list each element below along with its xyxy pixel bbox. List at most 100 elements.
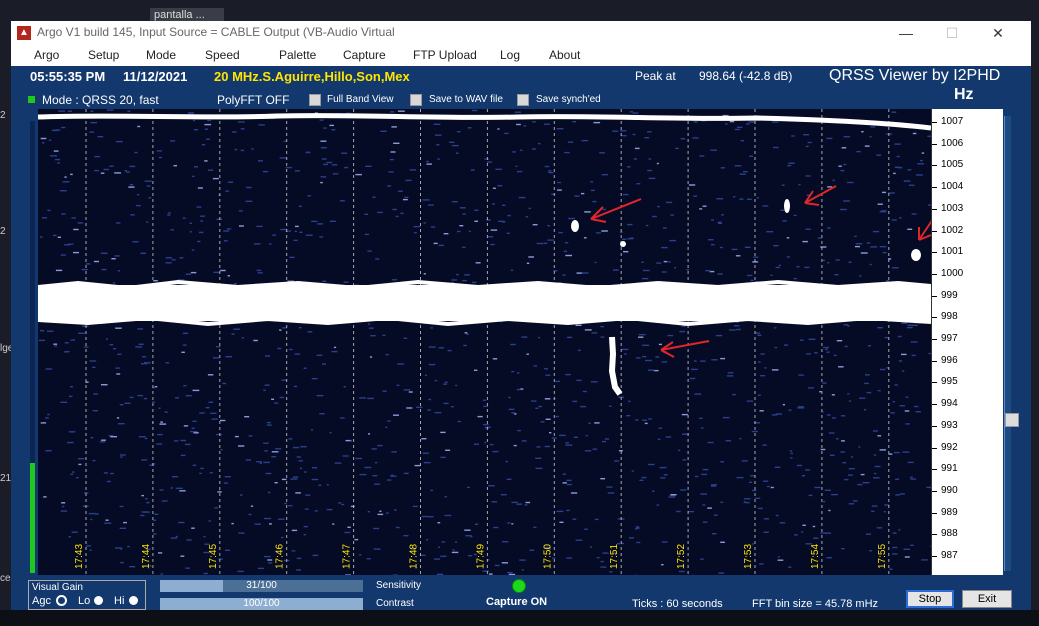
title-bar[interactable]: ▲ Argo V1 build 145, Input Source = CABL… — [11, 21, 1031, 45]
menu-capture[interactable]: Capture — [343, 48, 386, 62]
exit-button[interactable]: Exit — [962, 590, 1012, 608]
noise-speck — [474, 369, 478, 371]
noise-speck — [377, 513, 384, 516]
noise-speck — [692, 137, 699, 139]
noise-speck — [175, 535, 178, 538]
noise-speck — [204, 160, 208, 162]
menu-speed[interactable]: Speed — [205, 48, 240, 62]
noise-speck — [77, 222, 84, 224]
menu-setup[interactable]: Setup — [88, 48, 119, 62]
noise-speck — [295, 492, 301, 494]
agc-radio[interactable] — [56, 595, 67, 606]
noise-speck — [99, 441, 106, 443]
noise-speck — [521, 569, 524, 571]
noise-speck — [443, 233, 449, 235]
noise-speck — [97, 136, 104, 138]
noise-speck — [601, 230, 608, 232]
noise-speck — [281, 478, 287, 481]
noise-speck — [906, 326, 913, 329]
noise-speck — [464, 332, 468, 334]
freq-label: 1006 — [941, 137, 964, 149]
noise-speck — [265, 472, 272, 475]
noise-speck — [507, 214, 511, 217]
freq-tick — [932, 360, 937, 362]
noise-speck — [338, 502, 342, 504]
noise-speck — [732, 393, 736, 396]
noise-speck — [197, 240, 201, 243]
zoom-slider-track[interactable] — [1004, 116, 1011, 571]
stop-button[interactable]: Stop — [906, 590, 954, 608]
menu-ftp-upload[interactable]: FTP Upload — [413, 48, 477, 62]
maximize-button[interactable]: ☐ — [929, 21, 975, 45]
noise-speck — [770, 486, 774, 489]
noise-speck — [806, 353, 811, 355]
noise-speck — [40, 137, 47, 140]
noise-speck — [576, 272, 583, 274]
noise-speck — [483, 423, 489, 426]
sensitivity-slider[interactable]: 31/100 — [160, 580, 363, 592]
noise-speck — [903, 548, 910, 550]
lo-radio[interactable] — [94, 596, 103, 605]
noise-speck — [192, 420, 197, 422]
noise-speck — [403, 337, 408, 339]
argo-app-icon: ▲ — [17, 26, 31, 40]
noise-speck — [894, 384, 898, 386]
noise-speck — [279, 396, 285, 399]
noise-speck — [656, 262, 662, 264]
noise-speck — [115, 327, 122, 329]
noise-speck — [452, 549, 455, 551]
noise-speck — [573, 436, 578, 438]
time-label: 17:49 — [475, 544, 486, 569]
noise-speck — [61, 213, 66, 215]
freq-label: 998 — [941, 311, 958, 323]
noise-speck — [859, 275, 862, 277]
noise-speck — [691, 368, 698, 371]
zoom-slider-thumb[interactable] — [1005, 413, 1019, 427]
noise-speck — [257, 567, 265, 570]
noise-speck — [440, 555, 447, 557]
save-wav-checkbox[interactable] — [410, 94, 422, 106]
noise-speck — [629, 237, 634, 239]
save-synched-checkbox[interactable] — [517, 94, 529, 106]
minimize-button[interactable]: — — [883, 21, 929, 45]
noise-speck — [134, 151, 138, 154]
menu-log[interactable]: Log — [500, 48, 520, 62]
noise-speck — [482, 399, 487, 401]
noise-speck — [299, 467, 302, 470]
noise-speck — [612, 269, 619, 271]
noise-speck — [128, 186, 135, 188]
noise-speck — [713, 514, 718, 516]
menu-argo[interactable]: Argo — [34, 48, 59, 62]
noise-speck — [565, 373, 571, 376]
noise-speck — [406, 407, 413, 409]
close-button[interactable]: ✕ — [975, 21, 1021, 45]
noise-speck — [803, 134, 809, 136]
freq-tick — [932, 512, 937, 514]
noise-speck — [747, 274, 753, 277]
noise-speck — [209, 472, 213, 474]
noise-speck — [572, 121, 577, 123]
noise-speck — [179, 490, 186, 492]
hi-radio[interactable] — [129, 596, 138, 605]
menu-mode[interactable]: Mode — [146, 48, 176, 62]
taskbar-tab[interactable]: pantalla ... — [150, 8, 224, 22]
noise-speck — [788, 162, 795, 164]
noise-speck — [380, 130, 387, 132]
noise-speck — [777, 559, 784, 561]
noise-speck — [631, 470, 634, 472]
noise-speck — [457, 230, 461, 233]
noise-speck — [119, 505, 124, 508]
full-band-checkbox[interactable] — [309, 94, 321, 106]
noise-speck — [506, 232, 510, 234]
menu-palette[interactable]: Palette — [279, 48, 316, 62]
noise-speck — [620, 130, 627, 132]
noise-speck — [572, 518, 577, 520]
noise-speck — [656, 162, 659, 165]
waterfall-display[interactable]: 17:43 17:44 17:45 17:46 17:47 17:48 17:49 17:50… — [38, 109, 931, 575]
menu-about[interactable]: About — [549, 48, 580, 62]
noise-speck — [544, 398, 551, 400]
contrast-slider[interactable]: 100/100 — [160, 598, 363, 610]
noise-speck — [899, 405, 905, 407]
noise-speck — [726, 375, 734, 377]
noise-speck — [112, 282, 116, 284]
